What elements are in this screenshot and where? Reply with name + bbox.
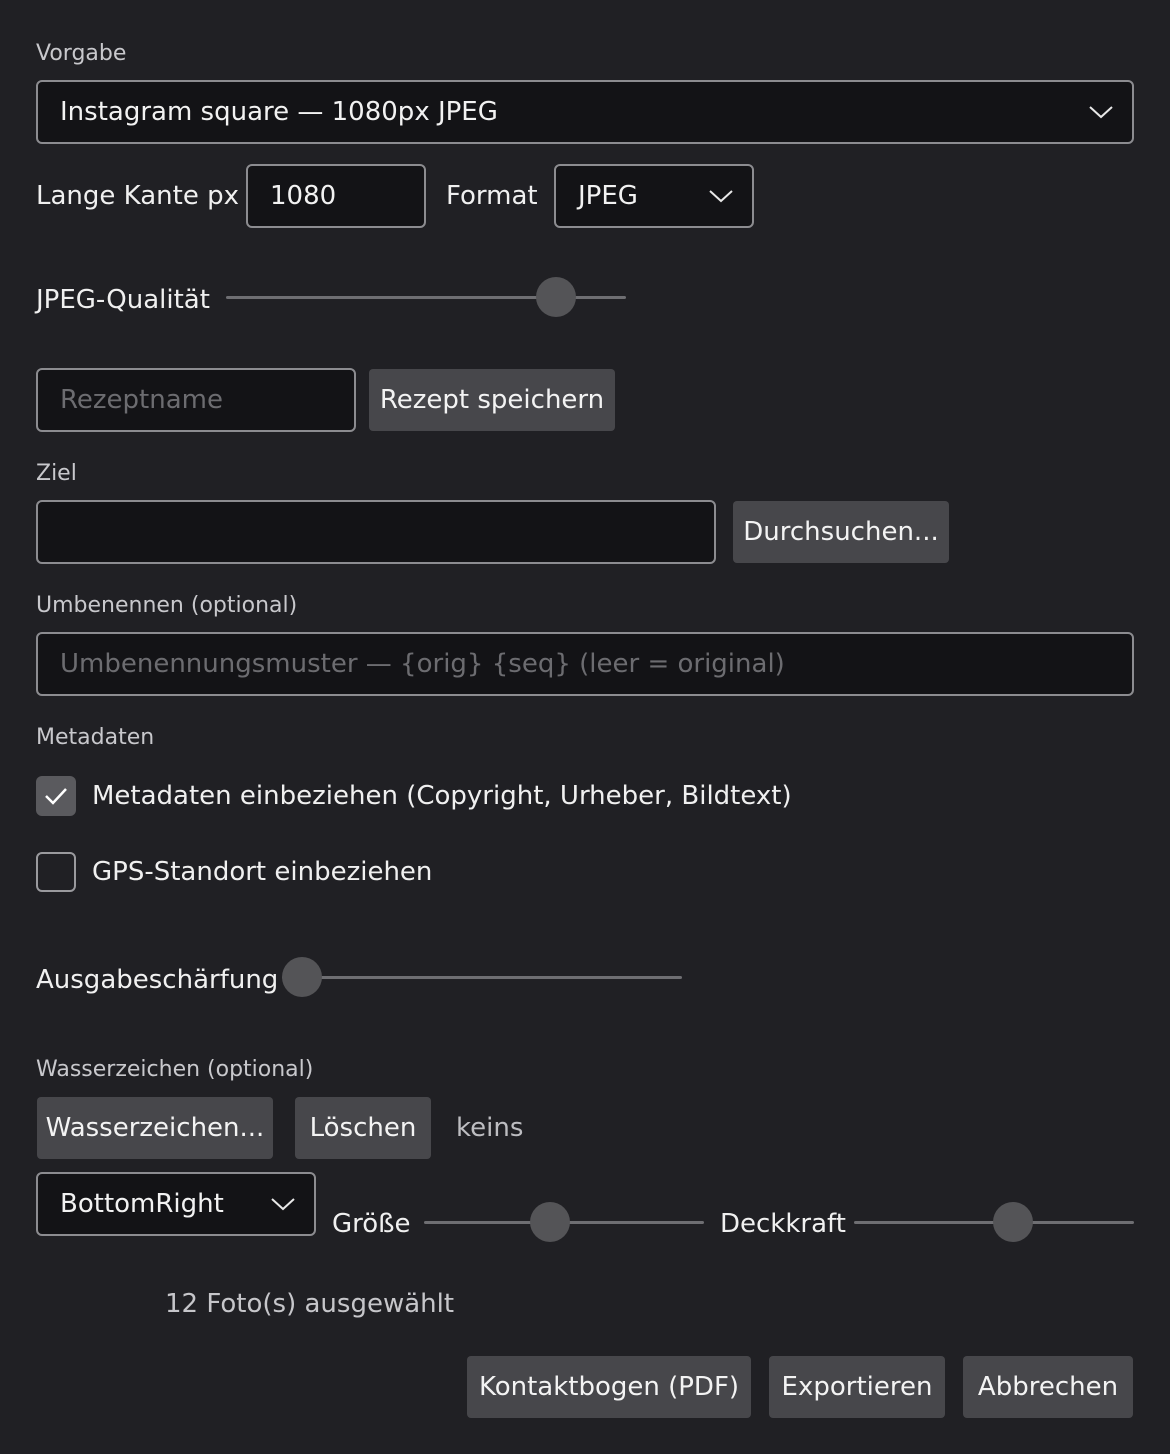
target-label: Ziel — [36, 461, 77, 486]
watermark-current: keins — [456, 1113, 524, 1143]
sharpening-label: Ausgabeschärfung — [36, 965, 279, 995]
watermark-size-slider[interactable] — [424, 1202, 704, 1242]
contact-sheet-button[interactable]: Kontaktbogen (PDF) — [467, 1356, 751, 1418]
rename-pattern-placeholder: Umbenennungsmuster — {orig} {seq} (leer … — [60, 649, 785, 679]
include-metadata-label[interactable]: Metadaten einbeziehen (Copyright, Urhebe… — [92, 781, 792, 811]
watermark-label: Wasserzeichen (optional) — [36, 1057, 314, 1082]
preset-label: Vorgabe — [36, 41, 127, 66]
cancel-button[interactable]: Abbrechen — [963, 1356, 1133, 1418]
format-value: JPEG — [578, 181, 638, 211]
long-edge-input[interactable]: 1080 — [246, 164, 426, 228]
include-gps-label[interactable]: GPS-Standort einbeziehen — [92, 857, 432, 887]
long-edge-value: 1080 — [270, 181, 337, 211]
long-edge-label: Lange Kante px — [36, 181, 240, 211]
chevron-down-icon — [709, 190, 733, 203]
slider-track — [282, 976, 682, 979]
rename-pattern-input[interactable]: Umbenennungsmuster — {orig} {seq} (leer … — [36, 632, 1134, 696]
save-recipe-button[interactable]: Rezept speichern — [369, 369, 615, 431]
slider-thumb[interactable] — [529, 1202, 570, 1242]
format-label: Format — [446, 181, 538, 211]
preset-dropdown[interactable]: Instagram square — 1080px JPEG — [36, 80, 1134, 144]
preset-value: Instagram square — 1080px JPEG — [60, 97, 498, 127]
watermark-opacity-slider[interactable] — [854, 1202, 1134, 1242]
recipe-name-input[interactable]: Rezeptname — [36, 368, 356, 432]
target-path-input[interactable] — [36, 500, 716, 564]
choose-watermark-button[interactable]: Wasserzeichen... — [37, 1097, 273, 1159]
metadata-label: Metadaten — [36, 725, 155, 750]
quality-slider[interactable] — [226, 277, 626, 317]
sharpening-slider[interactable] — [282, 957, 682, 997]
watermark-position-value: BottomRight — [60, 1189, 224, 1219]
recipe-name-placeholder: Rezeptname — [60, 385, 223, 415]
selection-count: 12 Foto(s) ausgewählt — [165, 1289, 455, 1319]
browse-button[interactable]: Durchsuchen... — [733, 501, 949, 563]
include-metadata-checkbox[interactable] — [36, 776, 76, 816]
chevron-down-icon — [271, 1198, 295, 1211]
watermark-opacity-label: Deckkraft — [720, 1209, 846, 1239]
watermark-size-label: Größe — [332, 1209, 411, 1239]
chevron-down-icon — [1089, 106, 1113, 119]
slider-thumb[interactable] — [282, 957, 322, 997]
slider-thumb[interactable] — [993, 1202, 1034, 1242]
checkmark-icon — [45, 788, 67, 805]
slider-thumb[interactable] — [535, 277, 576, 317]
quality-label: JPEG-Qualität — [36, 285, 210, 315]
rename-label: Umbenennen (optional) — [36, 593, 298, 618]
export-button[interactable]: Exportieren — [769, 1356, 945, 1418]
include-gps-checkbox[interactable] — [36, 852, 76, 892]
watermark-position-dropdown[interactable]: BottomRight — [36, 1172, 316, 1236]
format-dropdown[interactable]: JPEG — [554, 164, 754, 228]
clear-watermark-button[interactable]: Löschen — [295, 1097, 431, 1159]
